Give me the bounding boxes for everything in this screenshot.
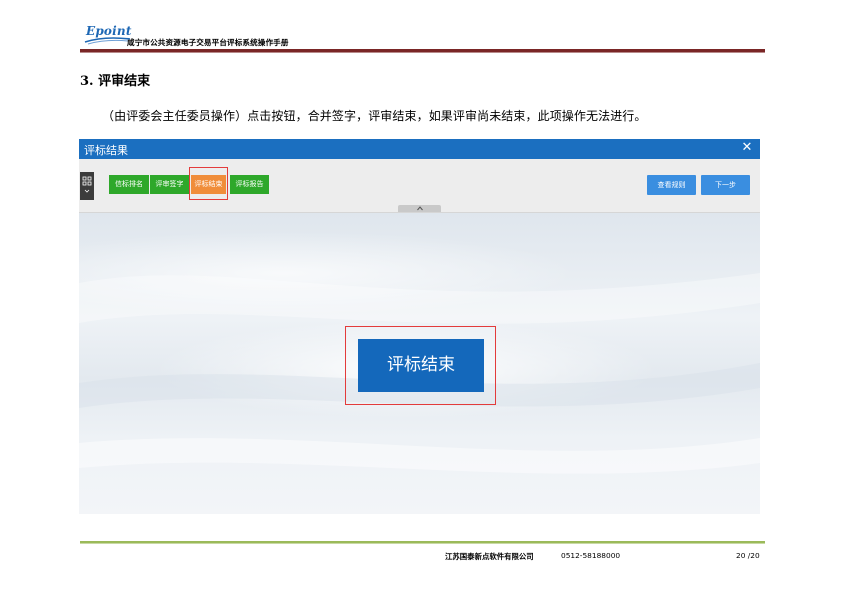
view-rules-button[interactable]: 查看规则 xyxy=(647,175,696,195)
collapse-toolbar-tab[interactable] xyxy=(398,205,441,212)
toolbar: 信标排名 评审签字 评标结束 评标报告 查看规则 下一步 xyxy=(79,159,760,213)
window-titlebar: 评标结果 ✕ xyxy=(79,139,760,159)
document-title: 咸宁市公共资源电子交易平台评标系统操作手册 xyxy=(127,38,289,47)
step-review-signature[interactable]: 评审签字 xyxy=(150,175,189,194)
footer-rule xyxy=(80,541,765,544)
step-highlight-box xyxy=(189,167,228,200)
header-rule xyxy=(80,49,765,53)
section-body: （由评委会主任委员操作）点击按钮，合并签字，评审结束，如果评审尚未结束，此项操作… xyxy=(102,109,647,123)
epoint-logo: Epoint xyxy=(84,23,132,45)
content-area: 评标结束 xyxy=(79,213,760,514)
section-heading: 3. 评审结束 xyxy=(80,74,151,89)
end-evaluation-button[interactable]: 评标结束 xyxy=(358,339,484,392)
step-bid-ranking[interactable]: 信标排名 xyxy=(109,175,149,194)
next-step-button[interactable]: 下一步 xyxy=(701,175,750,195)
footer-phone: 0512-58188000 xyxy=(561,551,621,560)
grid-icon xyxy=(82,176,92,193)
close-icon[interactable]: ✕ xyxy=(740,141,754,155)
menu-grid-button[interactable] xyxy=(80,172,94,200)
step-evaluation-report[interactable]: 评标报告 xyxy=(230,175,269,194)
footer-company: 江苏国泰新点软件有限公司 xyxy=(445,552,534,561)
logo-swoosh-icon xyxy=(84,37,131,45)
footer-page-number: 20 /20 xyxy=(736,551,760,560)
evaluation-result-window: 评标结果 ✕ 信标排名 评审签字 评标结束 评标报告 查看规则 下一步 评标结束 xyxy=(79,139,760,514)
window-title: 评标结果 xyxy=(84,144,128,157)
chevron-up-icon xyxy=(417,206,423,211)
